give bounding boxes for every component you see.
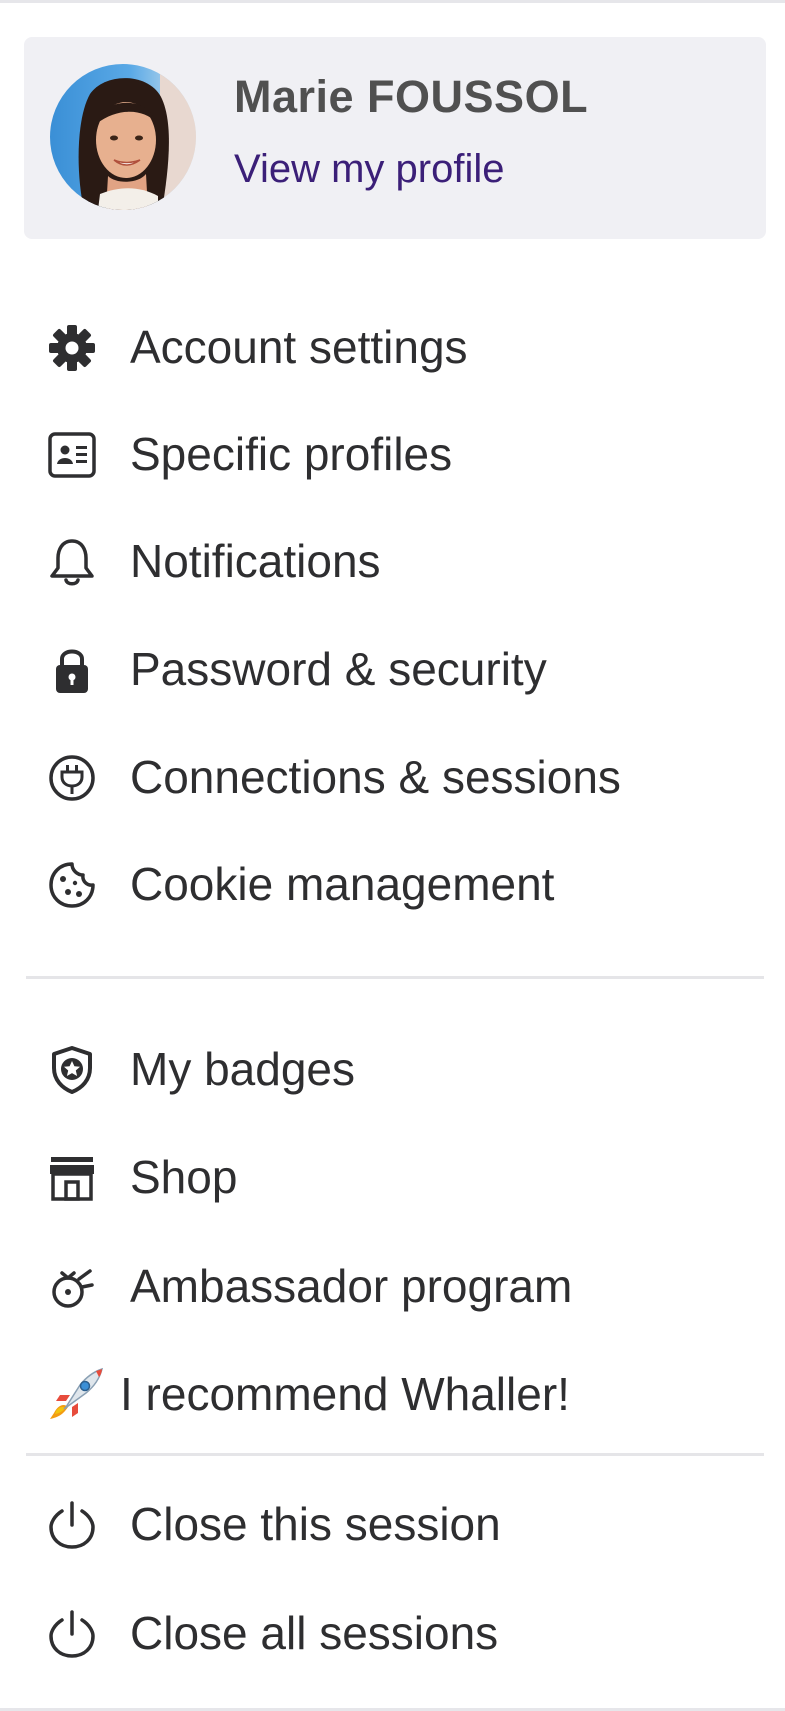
menu-item-account-settings[interactable]: Account settings [0,298,785,396]
ambassador-icon [46,1261,98,1313]
badge-shield-icon [46,1044,98,1096]
top-border [0,0,785,3]
menu-item-close-all-sessions[interactable]: Close all sessions [0,1584,785,1682]
menu-item-label: Account settings [130,321,468,373]
menu-item-recommend-whaller[interactable]: I recommend Whaller! [0,1345,785,1443]
user-menu: Marie FOUSSOL View my profile Account se… [0,0,785,1711]
menu-item-label: Specific profiles [130,428,453,480]
menu-item-shop[interactable]: Shop [0,1128,785,1226]
plug-icon [46,752,98,804]
rocket-icon [44,1367,106,1423]
menu-item-connections-sessions[interactable]: Connections & sessions [0,728,785,826]
menu-item-label: Notifications [130,535,381,587]
menu-item-label: My badges [130,1043,356,1095]
store-icon [46,1152,98,1204]
id-card-icon [46,429,98,481]
power-icon [46,1608,98,1660]
menu-item-cookie-management[interactable]: Cookie management [0,835,785,933]
menu-item-label: Shop [130,1151,238,1203]
menu-item-specific-profiles[interactable]: Specific profiles [0,405,785,503]
menu-divider [26,1453,764,1456]
lock-icon [46,644,98,696]
menu-item-label: Close all sessions [130,1607,499,1659]
view-profile-link[interactable]: View my profile [234,147,504,192]
menu-item-label: Ambassador program [130,1260,573,1312]
bell-icon [46,536,98,588]
menu-item-label: Password & security [130,643,547,695]
menu-item-label: Close this session [130,1498,501,1550]
menu-item-label: I recommend Whaller! [120,1368,570,1420]
profile-name: Marie FOUSSOL [234,71,589,122]
cookie-icon [46,859,98,911]
menu-item-label: Cookie management [130,858,555,910]
menu-item-notifications[interactable]: Notifications [0,512,785,610]
menu-item-ambassador-program[interactable]: Ambassador program [0,1237,785,1335]
menu-item-my-badges[interactable]: My badges [0,1020,785,1118]
menu-item-password-security[interactable]: Password & security [0,620,785,718]
menu-item-close-this-session[interactable]: Close this session [0,1475,785,1573]
gear-icon [46,322,98,374]
menu-divider [26,976,764,979]
profile-card[interactable]: Marie FOUSSOL View my profile [24,37,766,239]
menu-item-label: Connections & sessions [130,751,621,803]
power-icon [46,1499,98,1551]
avatar [50,64,196,210]
